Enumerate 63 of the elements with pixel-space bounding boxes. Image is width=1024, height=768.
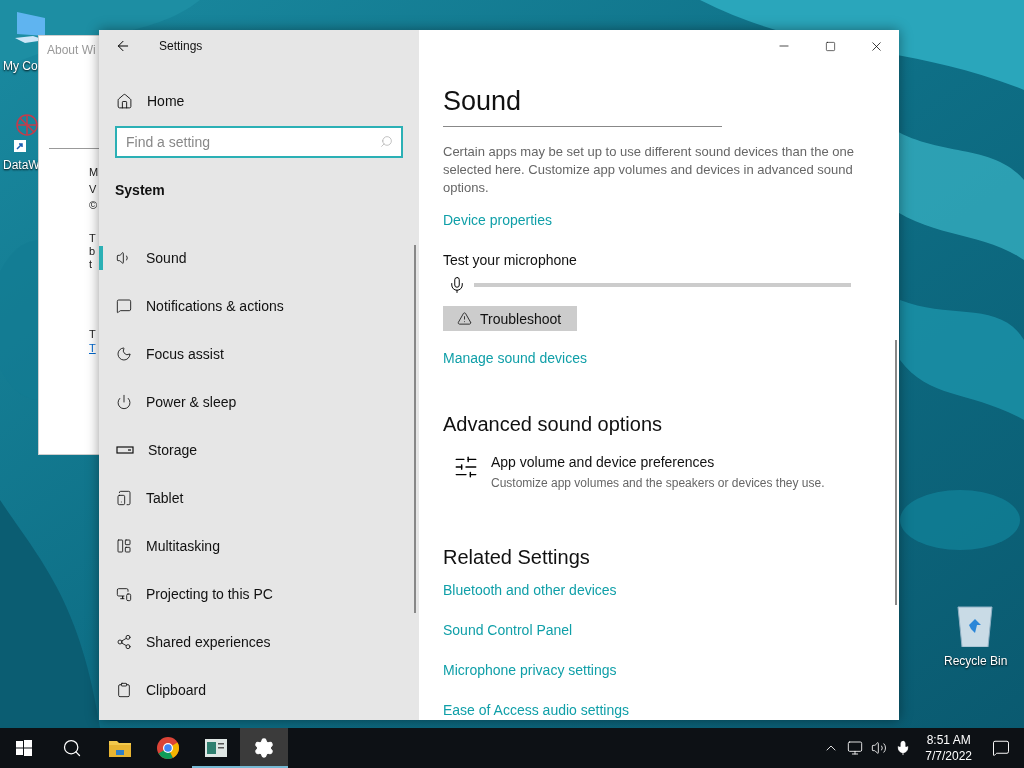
clock[interactable]: 8:51 AM 7/7/2022 [919, 732, 978, 764]
sidebar-item[interactable]: Shared experiences [99, 618, 419, 666]
power-icon [116, 394, 132, 410]
sidebar-item[interactable]: Tablet [99, 474, 419, 522]
text-fragment: © [89, 198, 98, 213]
text-fragment: T [89, 327, 96, 342]
windows-logo-icon [16, 740, 32, 756]
home-nav-item[interactable]: Home [116, 87, 419, 115]
troubleshoot-button[interactable]: Troubleshoot [443, 306, 577, 331]
item-subtitle: Customize app volumes and the speakers or devices they use. [491, 475, 825, 491]
section-label: Test your microphone [443, 250, 578, 270]
home-icon [116, 92, 133, 110]
sidebar-item[interactable]: Storage [99, 426, 419, 474]
clipboard-icon [116, 682, 132, 698]
folder-icon [109, 739, 131, 757]
section-heading: Related Settings [443, 545, 591, 570]
taskbar-button[interactable] [240, 728, 288, 768]
search-icon [62, 738, 82, 758]
search-field[interactable]: Find a setting [115, 126, 403, 158]
warning-icon [457, 311, 472, 327]
projecting-icon [116, 586, 132, 602]
text-fragment: T [89, 231, 96, 246]
tablet-icon [116, 490, 132, 506]
app-window-icon [205, 739, 227, 757]
sidebar-item[interactable]: Projecting to this PC [99, 570, 419, 618]
maximize-icon [824, 40, 836, 52]
link[interactable]: T [89, 340, 96, 357]
window-title: About Wi [47, 42, 96, 58]
notifications-icon[interactable] [992, 739, 1010, 757]
computer-icon [13, 10, 47, 44]
description-text: Certain apps may be set up to use different sound devices than the one selected here. Customize app volumes and devices in advanced sound options. [443, 142, 855, 197]
desktop-icon-label[interactable]: Recycle Bin [944, 653, 1008, 669]
gear-icon [253, 737, 275, 759]
text-fragment: b [89, 244, 96, 259]
item-title: App volume and device preferences [491, 453, 716, 472]
moon-icon [116, 346, 132, 362]
app-volume-item[interactable]: App volume and device preferences Customize app volumes and the speakers or devices they use. [453, 452, 899, 491]
desktop-icon-label[interactable]: My Co [3, 58, 38, 74]
recycle-bin-icon [955, 603, 995, 647]
section-heading: System [115, 181, 166, 200]
sidebar-item[interactable]: Sound [99, 234, 419, 282]
search-icon [380, 135, 393, 148]
window-title: Settings [159, 38, 203, 54]
shortcut-arrow-icon [14, 140, 26, 152]
shared-nodes-icon [116, 634, 132, 650]
sidebar-item[interactable]: Focus assist [99, 330, 419, 378]
sidebar-item[interactable]: Notifications & actions [99, 282, 419, 330]
sidebar-item[interactable]: Clipboard [99, 666, 419, 714]
sidebar-item[interactable]: Power & sleep [99, 378, 419, 426]
text-fragment: t [89, 257, 93, 272]
sidebar-item[interactable]: Multitasking [99, 522, 419, 570]
multitasking-icon [116, 538, 132, 554]
section-heading: Advanced sound options [443, 412, 664, 437]
sliders-icon [453, 454, 479, 480]
network-icon[interactable] [847, 740, 864, 756]
speech-bubble-icon [116, 298, 132, 314]
desktop-icon-label[interactable]: DataW [3, 157, 40, 173]
text-fragment: V [89, 182, 97, 197]
volume-icon[interactable] [871, 740, 888, 756]
microphone-icon [448, 276, 466, 295]
page-heading: Sound [443, 85, 523, 118]
text-fragment: M [89, 165, 99, 180]
browser-icon [157, 737, 179, 759]
